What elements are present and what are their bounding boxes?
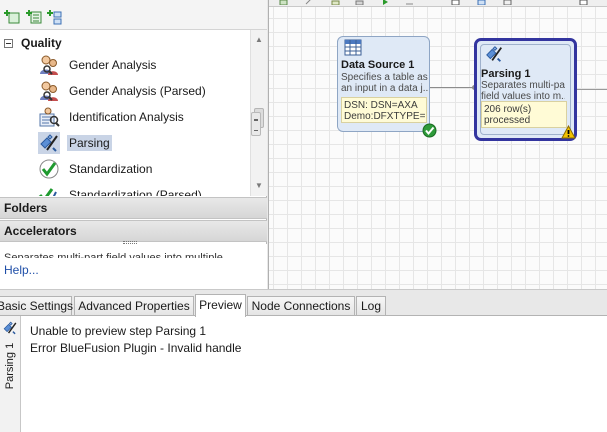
- node-info-line: 206 row(s): [484, 104, 532, 115]
- node-title: Data Source 1: [341, 59, 415, 71]
- toolbar-button-icon[interactable]: [451, 0, 460, 5]
- node-description: Specifies a table as an input in a data …: [341, 72, 429, 96]
- tab-log[interactable]: Log: [356, 296, 386, 317]
- toolbar-button-icon[interactable]: [477, 0, 486, 5]
- toolbar-button-icon[interactable]: [579, 0, 588, 5]
- left-panel: Quality Gender Analysis Gender Analysis …: [0, 0, 267, 289]
- accelerators-section-header[interactable]: Accelerators: [0, 220, 267, 242]
- tree-item-label: Standardization: [69, 162, 153, 176]
- parsing-icon: [486, 46, 503, 62]
- node-output-connector[interactable]: [577, 89, 607, 90]
- tree-item-gender-analysis-parsed[interactable]: Gender Analysis (Parsed): [38, 78, 208, 104]
- tree-item-label: Identification Analysis: [69, 110, 184, 124]
- node-connector[interactable]: [429, 87, 476, 88]
- toolbar-button-icon[interactable]: [331, 0, 340, 5]
- help-description: Separates multi-part field values into m…: [4, 252, 223, 258]
- tree-item-identification-analysis[interactable]: Identification Analysis: [38, 104, 186, 130]
- node-info-line: DSN: DSN=AXA: [344, 100, 418, 111]
- help-link[interactable]: Help...: [4, 263, 39, 277]
- tab-basic-settings[interactable]: Basic Settings: [0, 296, 73, 317]
- tree-item-standardization[interactable]: Standardization: [38, 156, 154, 182]
- preview-message: Unable to preview step Parsing 1: [30, 324, 207, 338]
- preview-side-tab[interactable]: Parsing 1: [0, 316, 21, 432]
- node-info-line: processed: [484, 115, 531, 126]
- gender-analysis-icon: [40, 55, 58, 75]
- tree-item-gender-analysis[interactable]: Gender Analysis: [38, 52, 158, 78]
- tree-item-label: Gender Analysis (Parsed): [69, 84, 206, 98]
- panel-splitter-handle[interactable]: [251, 112, 261, 136]
- toolbar-button-icon[interactable]: [355, 0, 364, 5]
- new-item-icon[interactable]: [26, 9, 42, 25]
- toolbar-button-icon[interactable]: [405, 0, 414, 5]
- toolbar-button-icon[interactable]: [279, 0, 288, 5]
- warning-badge-icon: [561, 125, 576, 139]
- new-folder-icon[interactable]: [4, 9, 20, 25]
- preview-pane: Parsing 1 Unable to preview step Parsing…: [0, 315, 607, 432]
- tree-expand-icon[interactable]: [47, 9, 63, 25]
- tab-node-connections[interactable]: Node Connections: [247, 296, 355, 317]
- preview-message: Error BlueFusion Plugin - Invalid handle: [30, 341, 242, 355]
- gender-analysis-parsed-icon: [40, 81, 58, 101]
- parsing-icon: [38, 132, 60, 154]
- tree-item-parsing[interactable]: Parsing: [38, 130, 112, 156]
- node-info-note: 206 row(s) processed: [481, 101, 567, 128]
- node-description-line: an input in a data j...: [341, 83, 429, 94]
- identification-analysis-icon: [39, 107, 60, 127]
- node-description-line: Separates multi-part: [481, 80, 565, 91]
- node-title: Parsing 1: [481, 68, 531, 80]
- folders-section-header[interactable]: Folders: [0, 197, 267, 219]
- node-info-note: DSN: DSN=AXA Demo:DFXTYPE=...: [341, 97, 427, 123]
- side-tab-label: Parsing 1: [4, 342, 16, 390]
- tree-item-label: Gender Analysis: [69, 58, 157, 72]
- parsing-icon: [3, 321, 17, 335]
- node-info-line: Demo:DFXTYPE=...: [344, 111, 427, 122]
- tree-category-label: Quality: [21, 36, 62, 50]
- tab-preview[interactable]: Preview: [195, 294, 246, 317]
- job-canvas[interactable]: Data Source 1 Specifies a table as an in…: [268, 0, 607, 289]
- help-area: Separates multi-part field values into m…: [0, 244, 267, 289]
- data-source-node[interactable]: Data Source 1 Specifies a table as an in…: [337, 36, 437, 138]
- parsing-node[interactable]: Parsing 1 Separates multi-part field val…: [474, 38, 577, 141]
- toolbar-button-icon[interactable]: [503, 0, 512, 5]
- tab-advanced-properties[interactable]: Advanced Properties: [74, 296, 194, 317]
- canvas-toolbar: [269, 0, 607, 7]
- node-description: Separates multi-part field values into m…: [481, 80, 565, 102]
- tree-item-label: Parsing: [67, 135, 112, 151]
- success-badge-icon: [422, 123, 437, 138]
- collapse-icon[interactable]: [4, 38, 13, 48]
- tree-item-standardization-parsed[interactable]: Standardization (Parsed): [38, 182, 204, 196]
- left-toolbar: [0, 0, 267, 30]
- node-tree: Quality Gender Analysis Gender Analysis …: [0, 30, 250, 196]
- checkmark-icon: [39, 159, 59, 179]
- tree-item-label: Standardization (Parsed): [69, 188, 202, 196]
- run-icon[interactable]: [381, 0, 390, 5]
- checkmark-double-icon: [38, 188, 57, 196]
- toolbar-button-icon[interactable]: [305, 0, 314, 5]
- scroll-down-icon[interactable]: ▼: [251, 179, 267, 193]
- node-description-line: Specifies a table as: [341, 72, 428, 83]
- table-grid-icon: [344, 39, 362, 56]
- scroll-up-icon[interactable]: ▲: [251, 33, 267, 47]
- tree-category-quality[interactable]: Quality: [4, 35, 62, 51]
- properties-tab-bar: Basic Settings Advanced Properties Previ…: [0, 289, 607, 317]
